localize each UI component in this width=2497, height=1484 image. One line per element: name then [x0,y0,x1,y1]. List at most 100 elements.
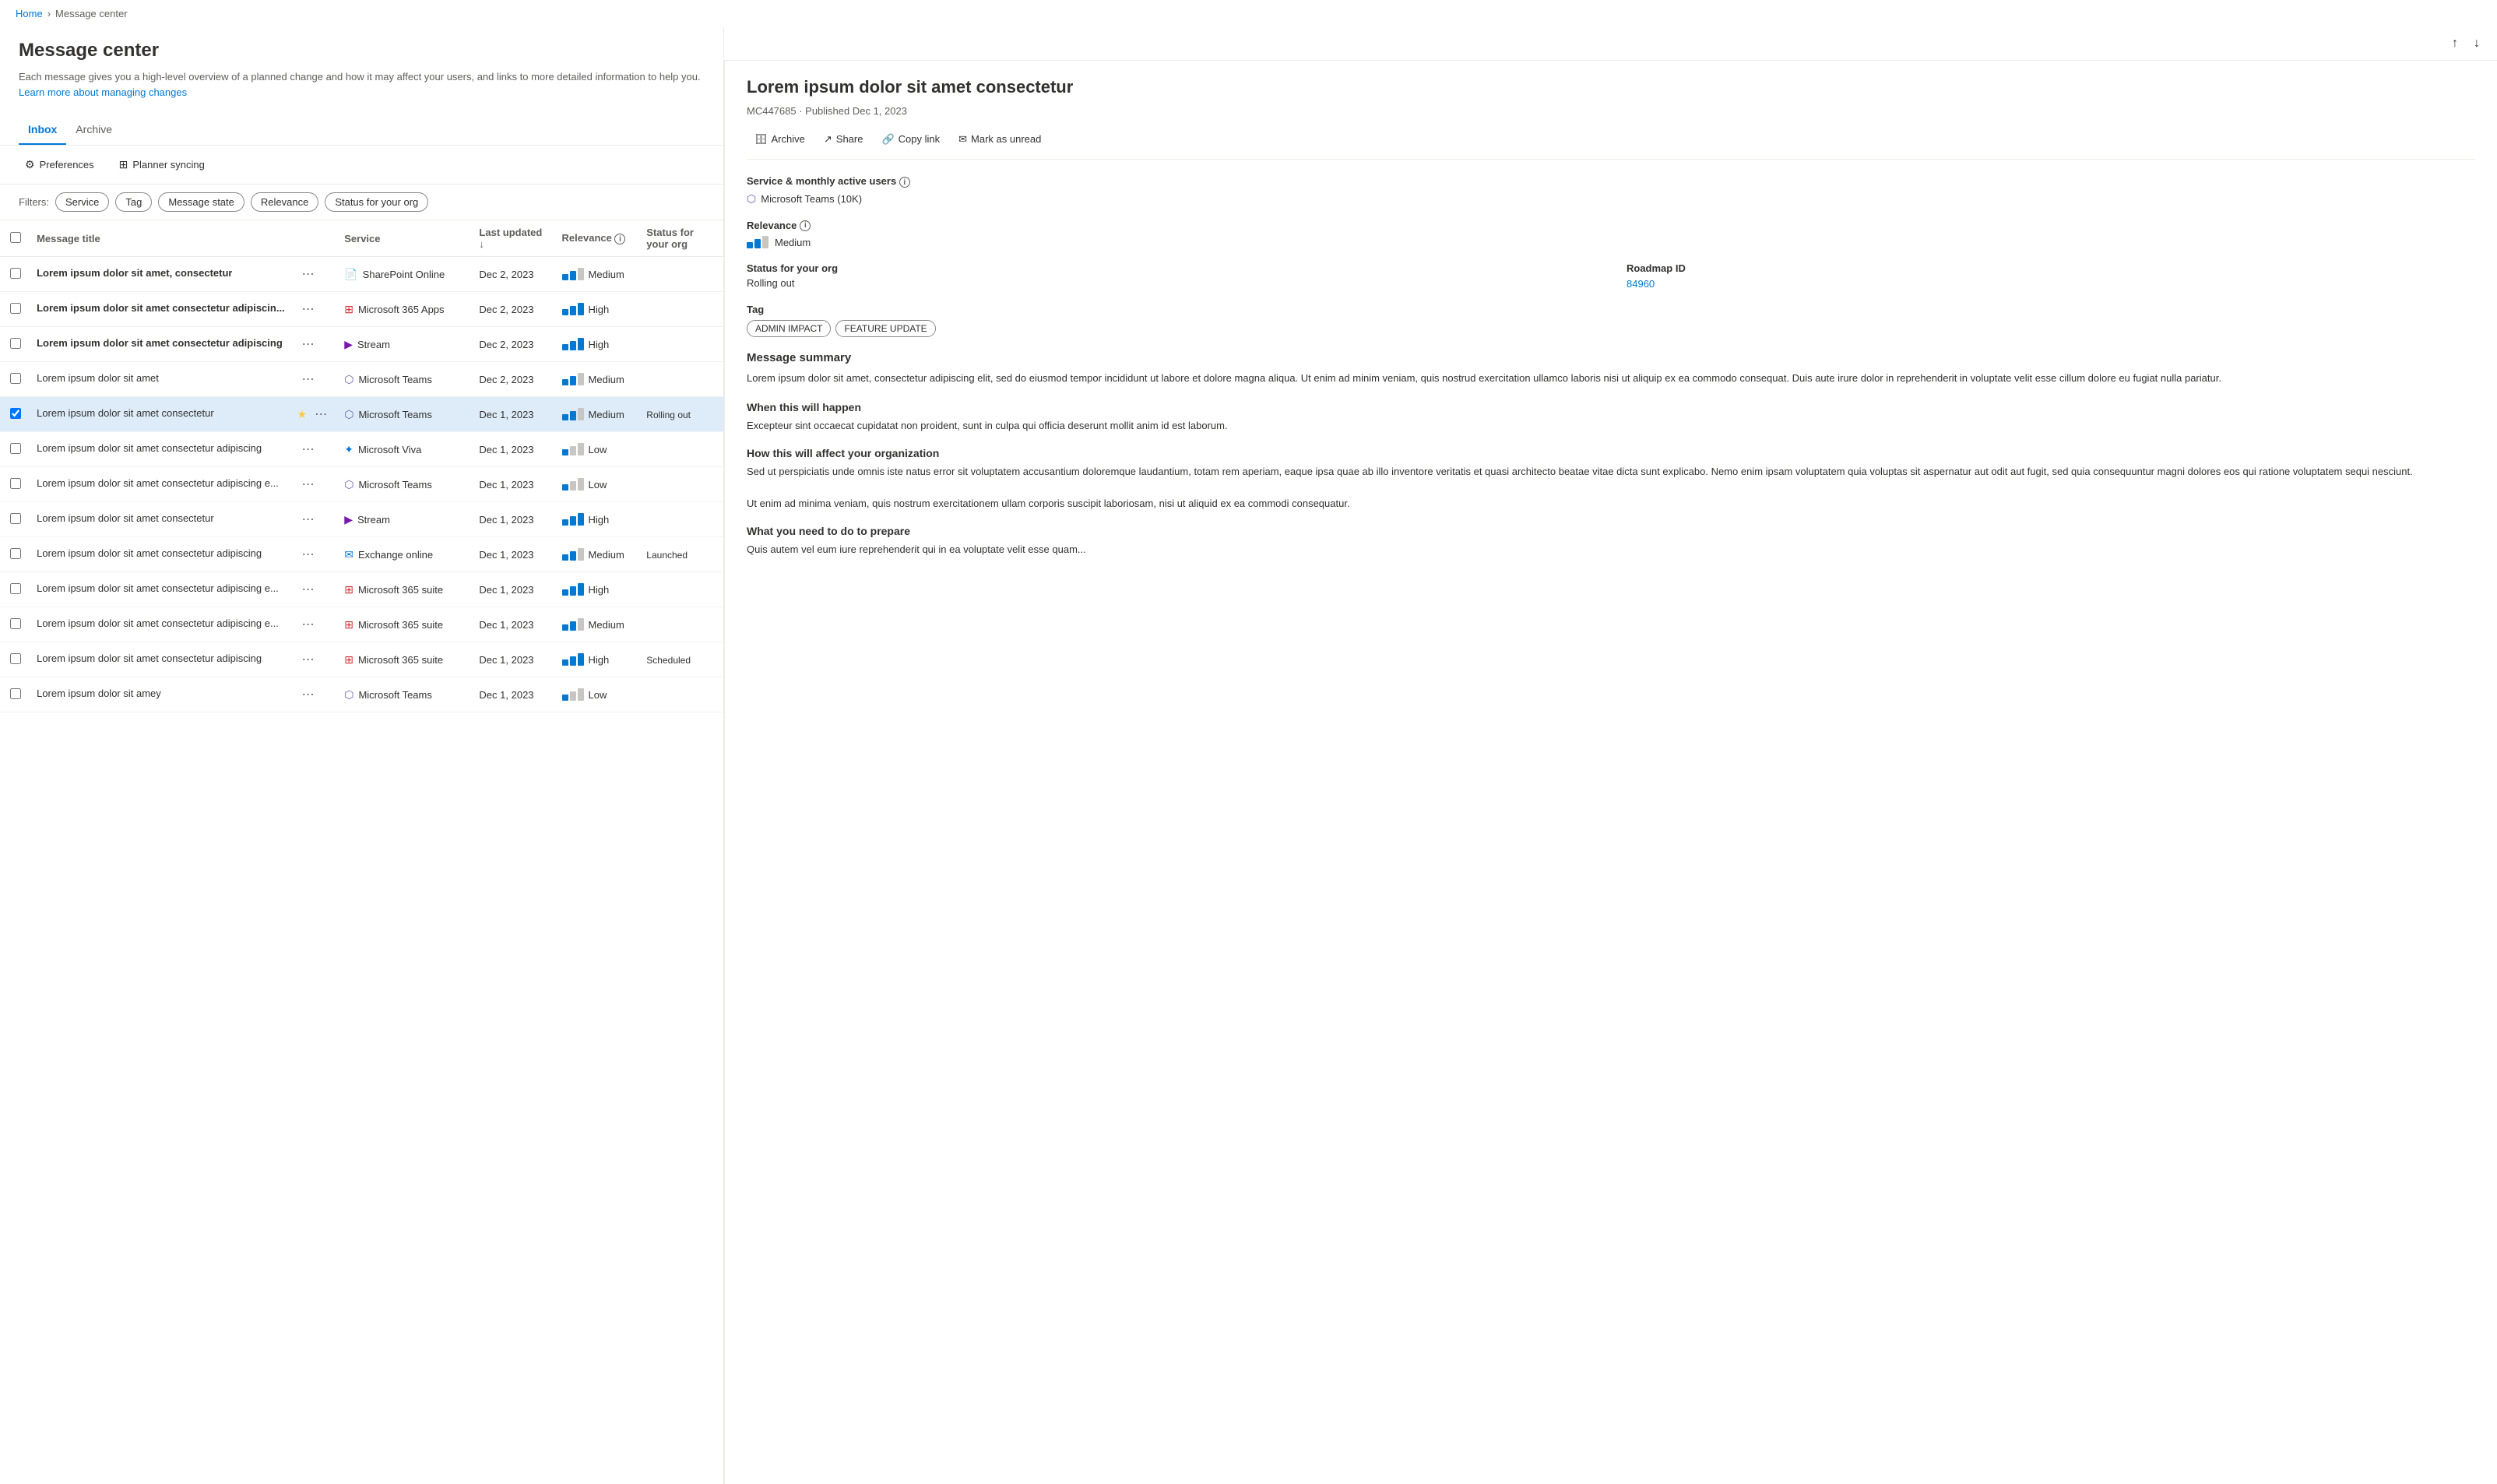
table-row[interactable]: Lorem ipsum dolor sit amet consectetur a… [0,292,723,327]
row-service-cell: ▶ Stream [338,327,473,362]
filter-service[interactable]: Service [55,192,109,212]
service-icon: ⊞ [344,303,353,316]
row-checkbox[interactable] [10,618,21,629]
row-context-menu[interactable]: ⋯ [297,685,319,704]
row-menu-cell: ⋯ [291,642,339,677]
table-row[interactable]: Lorem ipsum dolor sit amet ⋯ ⬡ Microsoft… [0,362,723,397]
filter-message-state[interactable]: Message state [158,192,244,212]
row-title: Lorem ipsum dolor sit amet, consectetur [37,267,232,279]
preferences-button[interactable]: ⚙ Preferences [19,155,100,174]
row-context-menu[interactable]: ⋯ [297,615,319,634]
row-title-cell: Lorem ipsum dolor sit amet consectetur a… [30,292,291,327]
relevance-detail-info-icon[interactable]: i [800,220,811,231]
table-row[interactable]: Lorem ipsum dolor sit amet consectetur ★… [0,397,723,432]
row-context-menu[interactable]: ⋯ [297,545,319,564]
row-context-menu[interactable]: ⋯ [297,475,319,494]
filter-status-for-org[interactable]: Status for your org [325,192,428,212]
status-roadmap-row: Status for your org Rolling out Roadmap … [747,262,2475,290]
row-date: Dec 2, 2023 [479,339,533,350]
service-icon: ⬡ [344,408,353,421]
row-checkbox[interactable] [10,688,21,699]
service-users-info-icon[interactable]: i [899,177,910,188]
row-checkbox[interactable] [10,583,21,594]
roadmap-id-link[interactable]: 84960 [1627,278,1655,290]
row-date: Dec 1, 2023 [479,444,533,455]
row-checkbox[interactable] [10,303,21,314]
row-context-menu[interactable]: ⋯ [297,300,319,318]
row-relevance-label: Medium [589,619,624,631]
row-context-menu[interactable]: ⋯ [297,580,319,599]
table-row[interactable]: Lorem ipsum dolor sit amet consectetur a… [0,327,723,362]
row-date: Dec 2, 2023 [479,269,533,280]
row-checkbox-cell [0,607,30,642]
row-checkbox[interactable] [10,268,21,279]
table-row[interactable]: Lorem ipsum dolor sit amey ⋯ ⬡ Microsoft… [0,677,723,712]
nav-up-button[interactable]: ↑ [2447,33,2463,54]
table-row[interactable]: Lorem ipsum dolor sit amet consectetur a… [0,432,723,467]
row-context-menu[interactable]: ⋯ [297,265,319,283]
service-users-title: Service & monthly active users i [747,175,2475,188]
relevance-info-icon[interactable]: i [614,234,625,244]
service-name: Microsoft 365 suite [358,619,443,631]
planner-syncing-button[interactable]: ⊞ Planner syncing [113,155,211,174]
table-row[interactable]: Lorem ipsum dolor sit amet consectetur a… [0,607,723,642]
tab-inbox[interactable]: Inbox [19,115,66,145]
table-row[interactable]: Lorem ipsum dolor sit amet consectetur a… [0,572,723,607]
row-checkbox[interactable] [10,408,21,419]
row-relevance-cell: High [556,502,641,537]
row-service-cell: ⊞ Microsoft 365 suite [338,572,473,607]
row-relevance-label: Low [589,689,607,701]
select-all-checkbox[interactable] [10,232,21,243]
row-checkbox[interactable] [10,373,21,384]
filter-tag[interactable]: Tag [115,192,152,212]
tab-archive[interactable]: Archive [66,115,121,145]
row-relevance-label: Medium [589,549,624,561]
breadcrumb-home[interactable]: Home [16,8,43,19]
row-checkbox[interactable] [10,513,21,524]
row-date-cell: Dec 2, 2023 [473,292,555,327]
row-date-cell: Dec 1, 2023 [473,537,555,572]
row-checkbox[interactable] [10,338,21,349]
service-name: Stream [357,514,390,526]
nav-down-button[interactable]: ↓ [2469,33,2485,54]
row-title-cell: Lorem ipsum dolor sit amet consectetur a… [30,572,291,607]
col-header-service: Service [338,220,473,257]
row-date: Dec 1, 2023 [479,549,533,561]
row-checkbox-cell [0,677,30,712]
learn-more-link[interactable]: Learn more about managing changes [19,86,187,98]
share-action-button[interactable]: ↗ Share [816,129,871,149]
row-context-menu[interactable]: ⋯ [297,510,319,529]
col-header-date: Last updated ↓ [473,220,555,257]
mark-unread-action-button[interactable]: ✉ Mark as unread [951,129,1049,149]
service-name: Exchange online [358,549,433,561]
detail-meta: MC447685 · Published Dec 1, 2023 [747,105,2475,117]
status-for-org-value: Rolling out [747,277,1595,289]
table-row[interactable]: Lorem ipsum dolor sit amet consectetur a… [0,642,723,677]
copy-link-action-button[interactable]: 🔗 Copy link [874,129,948,149]
row-checkbox[interactable] [10,478,21,489]
table-row[interactable]: Lorem ipsum dolor sit amet consectetur a… [0,467,723,502]
affect-title: How this will affect your organization [747,447,2475,459]
row-context-menu[interactable]: ⋯ [297,335,319,353]
breadcrumb: Home › Message center [0,0,2497,27]
row-date-cell: Dec 1, 2023 [473,642,555,677]
row-checkbox[interactable] [10,548,21,559]
filter-relevance[interactable]: Relevance [251,192,318,212]
row-relevance-label: Medium [589,409,624,420]
row-checkbox[interactable] [10,443,21,454]
breadcrumb-sep: › [47,8,51,19]
row-checkbox[interactable] [10,653,21,664]
row-context-menu[interactable]: ⋯ [297,650,319,669]
table-row[interactable]: Lorem ipsum dolor sit amet, consectetur … [0,257,723,292]
row-title: Lorem ipsum dolor sit amet consectetur a… [37,442,262,454]
row-context-menu[interactable]: ⋯ [310,405,332,424]
archive-action-button[interactable]: 🗄 Archive [747,129,813,149]
row-context-menu[interactable]: ⋯ [297,370,319,389]
row-context-menu[interactable]: ⋯ [297,440,319,459]
table-row[interactable]: Lorem ipsum dolor sit amet consectetur ⋯… [0,502,723,537]
page-header: Message center Each message gives you a … [0,27,723,109]
service-name: Microsoft Teams [358,479,431,491]
row-date-cell: Dec 1, 2023 [473,502,555,537]
col-header-status: Status for your org [640,220,723,257]
table-row[interactable]: Lorem ipsum dolor sit amet consectetur a… [0,537,723,572]
